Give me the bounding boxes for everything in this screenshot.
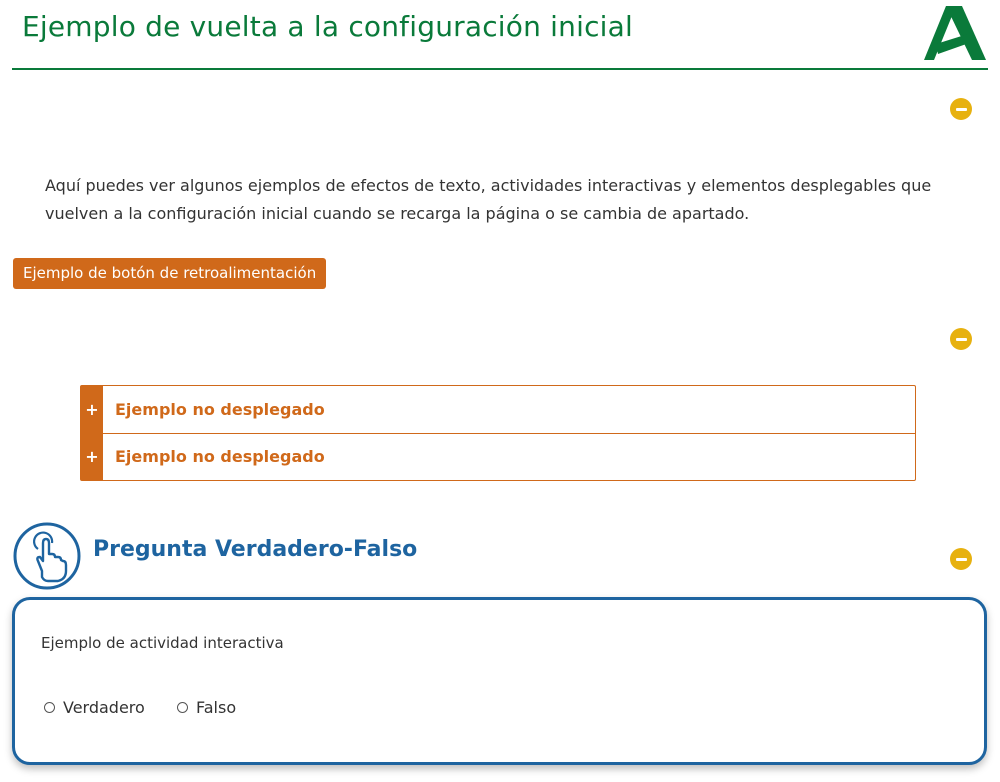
collapse-section-button-3[interactable] [950, 548, 972, 570]
accordion: + Ejemplo no desplegado + Ejemplo no des… [80, 385, 916, 481]
accordion-item[interactable]: + Ejemplo no desplegado [81, 386, 915, 433]
accordion-item-label: Ejemplo no desplegado [115, 399, 325, 419]
option-falso[interactable]: Falso [177, 698, 236, 717]
feedback-button[interactable]: Ejemplo de botón de retroalimentación [13, 258, 327, 289]
plus-icon: + [81, 433, 103, 480]
plus-icon: + [81, 386, 103, 433]
collapse-section-button-2[interactable] [950, 328, 972, 350]
option-label: Falso [196, 698, 237, 717]
accordion-item[interactable]: + Ejemplo no desplegado [81, 432, 915, 480]
option-label: Verdadero [63, 698, 145, 717]
intro-paragraph: Aquí puedes ver algunos ejemplos de efec… [45, 176, 932, 223]
minus-icon [955, 337, 967, 341]
radio-button[interactable] [177, 702, 188, 713]
junta-andalucia-logo [924, 6, 986, 60]
minus-icon [955, 107, 967, 111]
title-divider [12, 68, 988, 70]
accordion-item-label: Ejemplo no desplegado [115, 447, 325, 467]
quiz-panel: Ejemplo de actividad interactiva Verdade… [12, 597, 987, 765]
page-title: Ejemplo de vuelta a la configuración ini… [22, 10, 633, 43]
collapse-section-button-1[interactable] [950, 98, 972, 120]
option-verdadero[interactable]: Verdadero [44, 698, 145, 717]
tap-hand-icon [13, 522, 81, 590]
quiz-title: Pregunta Verdadero-Falso [93, 537, 418, 562]
minus-icon [955, 557, 967, 561]
radio-button[interactable] [44, 702, 55, 713]
quiz-question: Ejemplo de actividad interactiva [41, 634, 284, 652]
